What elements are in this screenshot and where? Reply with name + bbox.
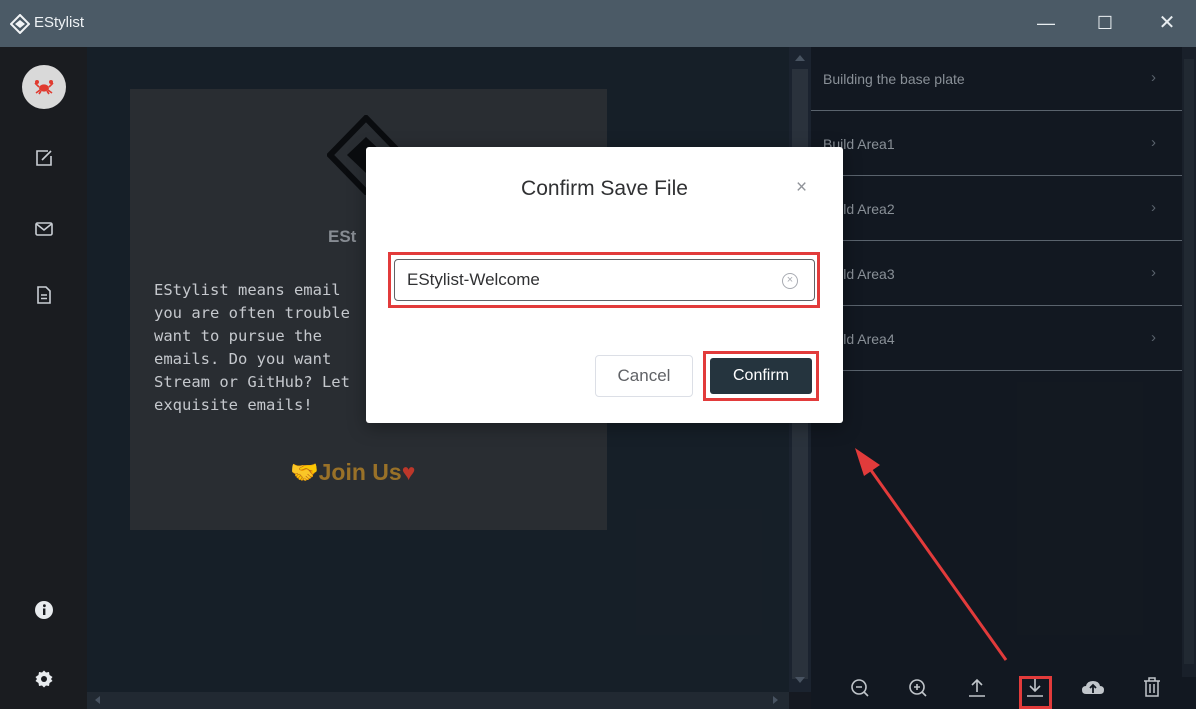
app-window: EStylist — ☐ ✕ ESt EStylist means email … <box>0 0 1196 709</box>
download-highlight-annotation <box>1019 676 1052 709</box>
pointer-arrow-annotation <box>855 448 1008 661</box>
